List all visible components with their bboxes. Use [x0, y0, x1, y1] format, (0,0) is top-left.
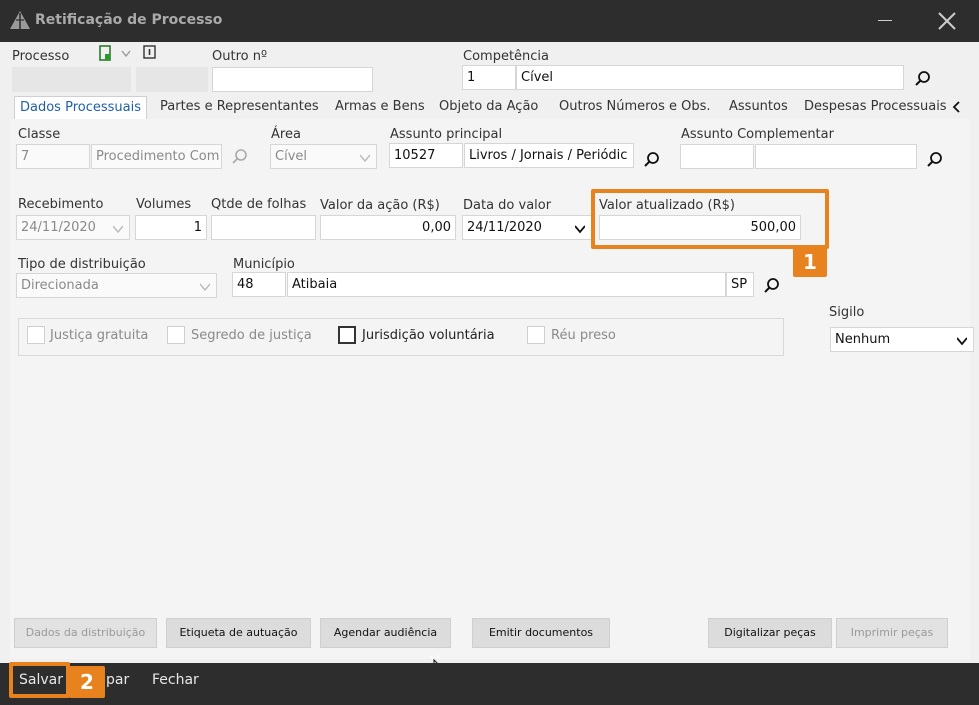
info-icon[interactable]	[143, 45, 157, 61]
classe-label: Classe	[18, 127, 61, 142]
dialog-window: Retificação de Processo Processo Outro n…	[0, 0, 979, 705]
tab-outros-numeros[interactable]: Outros Números e Obs.	[559, 96, 711, 120]
processo-number-field[interactable]	[12, 67, 131, 92]
jurisdicao-voluntaria-label: Jurisdição voluntária	[362, 328, 495, 343]
assunto-complementar-label: Assunto Complementar	[681, 127, 834, 142]
sigilo-select[interactable]: Nenhum	[830, 327, 974, 352]
reu-preso-label: Réu preso	[551, 328, 616, 343]
municipio-uf-field[interactable]: SP	[726, 272, 754, 297]
recebimento-value: 24/11/2020	[21, 220, 96, 235]
chevron-down-icon	[957, 337, 967, 346]
municipio-code-field[interactable]: 48	[232, 272, 286, 297]
document-icon[interactable]	[98, 44, 114, 62]
competencia-code-field[interactable]: 1	[462, 65, 516, 90]
tab-despesas-processuais[interactable]: Despesas Processuais	[804, 96, 947, 120]
competencia-label: Competência	[463, 49, 550, 64]
classe-value-field[interactable]: Procedimento Com	[91, 144, 222, 169]
segredo-justica-checkbox[interactable]	[167, 326, 185, 344]
tipo-distribuicao-label: Tipo de distribuição	[18, 257, 146, 272]
data-valor-value: 24/11/2020	[467, 220, 542, 235]
app-logo-icon	[10, 11, 30, 29]
tab-assuntos[interactable]: Assuntos	[729, 96, 788, 120]
sigilo-value: Nenhum	[835, 332, 891, 347]
footer-bar	[0, 663, 979, 705]
fechar-button[interactable]: Fechar	[152, 672, 199, 688]
outro-numero-label: Outro nº	[212, 49, 268, 64]
chevron-down-icon	[360, 154, 370, 163]
imprimir-pecas-button[interactable]: Imprimir peças	[836, 618, 948, 648]
assunto-code-field[interactable]: 10527	[389, 143, 463, 168]
digitalizar-pecas-button[interactable]: Digitalizar peças	[708, 618, 832, 648]
jurisdicao-voluntaria-checkbox[interactable]	[338, 326, 356, 344]
volumes-label: Volumes	[136, 197, 192, 212]
window-title: Retificação de Processo	[35, 12, 223, 28]
processo-year-field[interactable]	[136, 67, 208, 92]
chevron-down-icon	[200, 283, 210, 292]
tab-objeto-acao[interactable]: Objeto da Ação	[439, 96, 538, 120]
chevron-down-icon	[575, 225, 585, 234]
close-icon[interactable]	[936, 10, 958, 32]
tab-armas-bens[interactable]: Armas e Bens	[335, 96, 425, 120]
highlight-salvar	[9, 662, 70, 698]
assunto-principal-label: Assunto principal	[390, 127, 503, 142]
assunto-search-icon[interactable]	[643, 151, 661, 169]
dados-distribuicao-button[interactable]: Dados da distribuição	[14, 618, 157, 648]
assunto-value-field[interactable]: Livros / Jornais / Periódic	[464, 143, 634, 168]
recebimento-label: Recebimento	[18, 197, 104, 212]
step-badge-2: 2	[69, 666, 105, 698]
outro-numero-field[interactable]	[212, 67, 373, 92]
minimize-icon[interactable]	[878, 20, 892, 21]
sigilo-label: Sigilo	[829, 305, 865, 320]
title-bar: Retificação de Processo	[0, 0, 979, 42]
reu-preso-checkbox[interactable]	[527, 326, 545, 344]
assunto-complementar-search-icon[interactable]	[926, 151, 944, 169]
area-value: Cível	[275, 149, 307, 164]
volumes-field[interactable]: 1	[135, 215, 207, 240]
classe-code-field[interactable]: 7	[16, 144, 90, 169]
assunto-complementar-value-field[interactable]	[755, 144, 917, 169]
folhas-label: Qtde de folhas	[211, 197, 307, 212]
chevron-left-icon[interactable]	[952, 101, 962, 113]
chevron-down-icon	[113, 225, 123, 234]
etiqueta-autuacao-button[interactable]: Etiqueta de autuação	[166, 618, 311, 648]
competencia-value-field[interactable]: Cível	[516, 65, 904, 90]
folhas-field[interactable]	[211, 215, 316, 240]
highlight-valor-atualizado	[591, 189, 829, 249]
municipio-label: Município	[233, 257, 295, 272]
tab-partes-representantes[interactable]: Partes e Representantes	[160, 96, 319, 120]
tipo-distribuicao-value: Direcionada	[21, 278, 99, 293]
emitir-documentos-button[interactable]: Emitir documentos	[472, 618, 610, 648]
area-select[interactable]: Cível	[270, 144, 377, 169]
tab-bar: Dados Processuais Partes e Representante…	[10, 96, 970, 121]
search-icon[interactable]	[914, 70, 932, 88]
data-valor-field[interactable]: 24/11/2020	[462, 215, 592, 240]
processo-label: Processo	[12, 49, 70, 64]
agendar-audiencia-button[interactable]: Agendar audiência	[320, 618, 451, 648]
justica-gratuita-label: Justiça gratuita	[50, 328, 149, 343]
tipo-distribuicao-select[interactable]: Direcionada	[16, 273, 217, 298]
step-badge-1: 1	[793, 247, 827, 277]
chevron-down-icon[interactable]	[121, 50, 131, 58]
justica-gratuita-checkbox[interactable]	[27, 326, 45, 344]
tab-dados-processuais[interactable]: Dados Processuais	[14, 96, 147, 121]
segredo-justica-label: Segredo de justiça	[191, 328, 312, 343]
municipio-value-field[interactable]: Atibaia	[287, 272, 726, 297]
area-label: Área	[271, 127, 301, 142]
limpar-button[interactable]: par	[106, 672, 129, 688]
classe-search-icon[interactable]	[231, 148, 249, 166]
data-valor-label: Data do valor	[463, 198, 552, 213]
valor-acao-field[interactable]: 0,00	[320, 215, 456, 240]
assunto-complementar-code-field[interactable]	[680, 144, 754, 169]
recebimento-date-field[interactable]: 24/11/2020	[16, 215, 130, 240]
municipio-search-icon[interactable]	[763, 277, 781, 295]
valor-acao-label: Valor da ação (R$)	[320, 198, 440, 213]
